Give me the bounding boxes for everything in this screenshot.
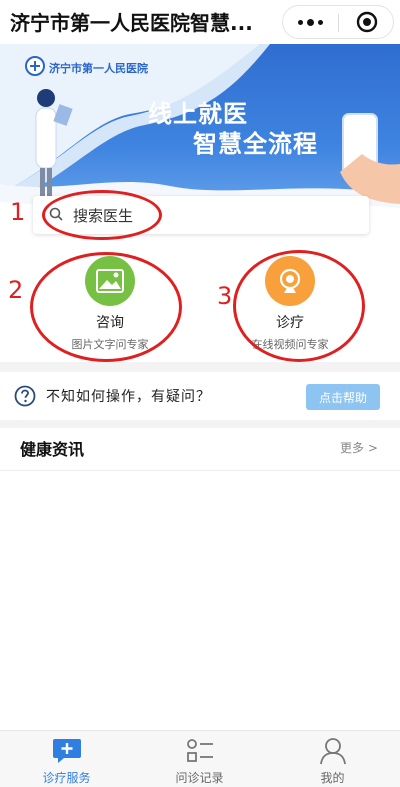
section-divider <box>0 420 400 428</box>
question-icon <box>14 385 36 407</box>
tab-mine[interactable]: 我的 <box>266 731 399 787</box>
annotation-number-2: 2 <box>8 276 24 304</box>
mini-program-capsule <box>282 5 394 39</box>
annotation-ring-consult <box>30 252 182 362</box>
user-icon <box>319 738 346 765</box>
hospital-logo-text: 济宁市第一人民医院 <box>49 62 148 75</box>
chat-plus-icon <box>52 739 81 763</box>
help-row: 不知如何操作，有疑问？ 点击帮助 <box>0 372 400 420</box>
tab-records-label: 问诊记录 <box>175 771 224 785</box>
annotation-ring-diagnosis <box>233 250 365 362</box>
page-title: 济宁市第一人民医院智慧... <box>10 11 253 35</box>
news-divider <box>0 470 400 471</box>
section-divider <box>0 362 400 372</box>
more-dots-icon[interactable] <box>283 6 338 38</box>
nav-header: 济宁市第一人民医院智慧... <box>0 0 400 44</box>
page: 济宁市第一人民医院智慧... 济宁市第一人民医院 线上就医 智慧全流程 搜索医生… <box>0 0 400 787</box>
tab-service-label: 诊疗服务 <box>42 771 91 785</box>
tab-records[interactable]: 问诊记录 <box>133 731 266 787</box>
news-header: 健康资讯 更多 > <box>0 428 400 471</box>
target-circle-icon[interactable] <box>339 6 394 38</box>
tab-service[interactable]: 诊疗服务 <box>0 731 133 787</box>
bottom-tab-bar: 诊疗服务 问诊记录 我的 <box>0 730 400 787</box>
list-icon <box>186 739 213 762</box>
banner-slogan-line2: 智慧全流程 <box>193 130 318 158</box>
annotation-ring-search <box>42 190 162 240</box>
promo-banner[interactable]: 济宁市第一人民医院 线上就医 智慧全流程 <box>0 44 400 216</box>
annotation-number-3: 3 <box>217 282 233 310</box>
news-title: 健康资讯 <box>20 440 85 459</box>
help-button[interactable]: 点击帮助 <box>306 384 380 410</box>
news-more-link[interactable]: 更多 > <box>340 439 378 456</box>
help-text: 不知如何操作，有疑问？ <box>46 389 211 405</box>
annotation-number-1: 1 <box>10 198 26 226</box>
tab-mine-label: 我的 <box>320 771 345 785</box>
